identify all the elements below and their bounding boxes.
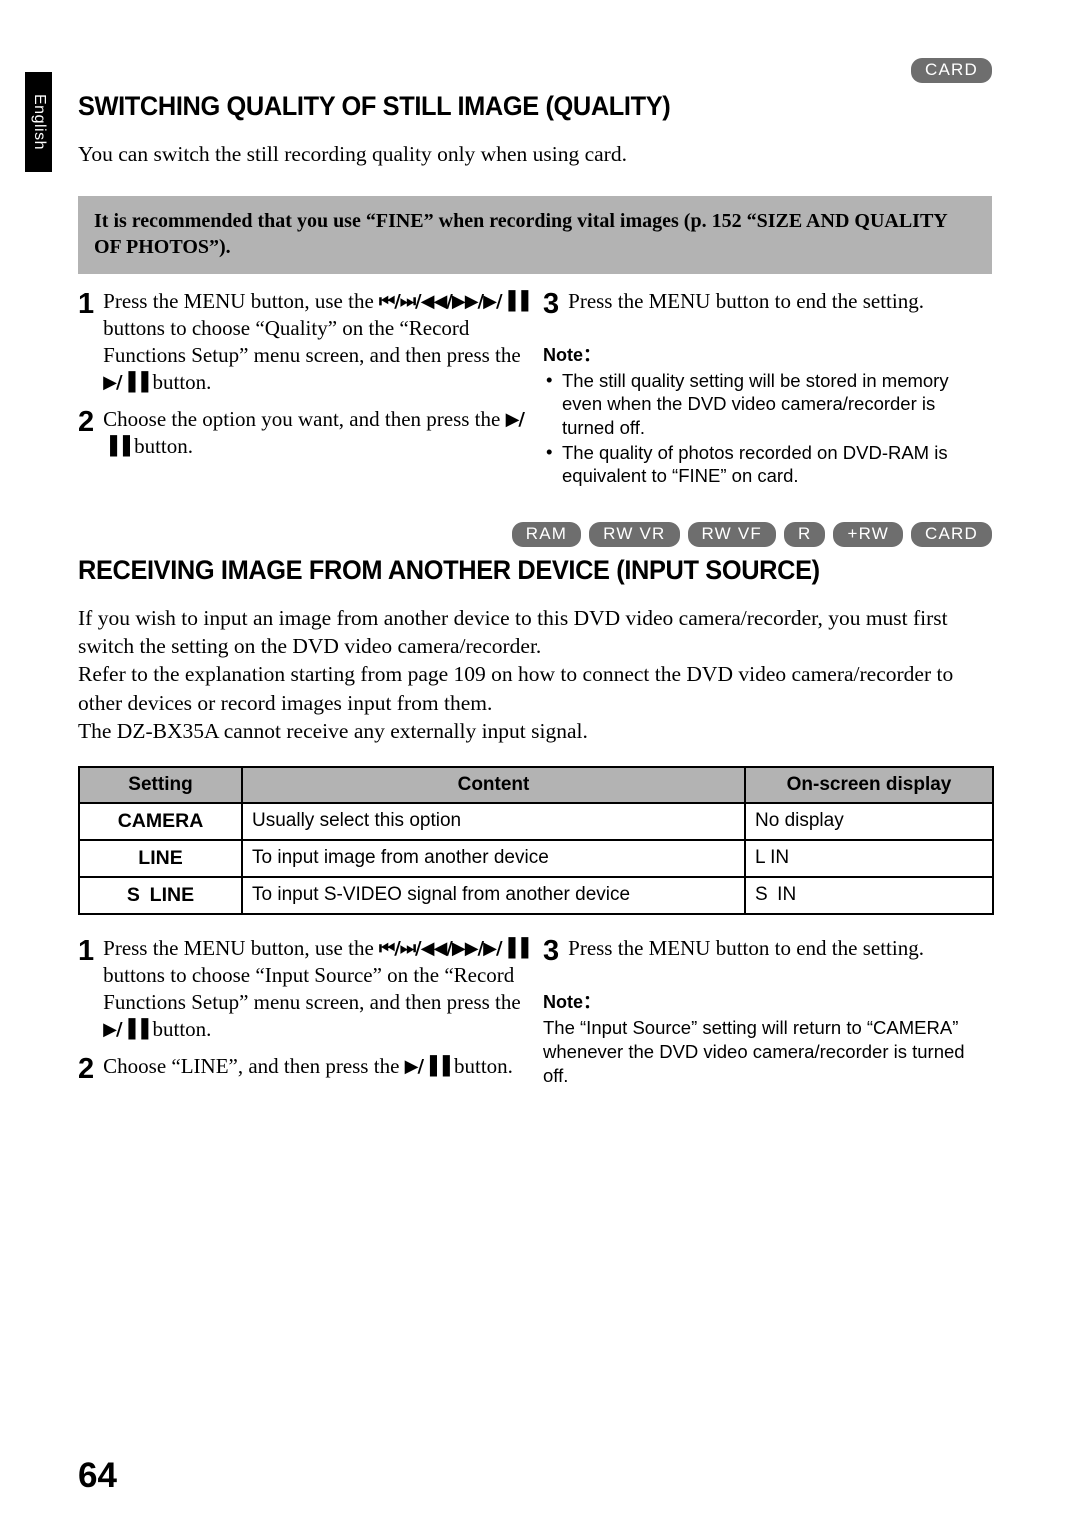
step-number: 1	[78, 287, 95, 320]
section1-steps-left: 1 Press the MENU button, use the ⏮/⏭/◀◀/…	[78, 288, 543, 488]
table-row: LINE To input image from another device …	[78, 838, 994, 878]
transport-keys-icon: ◀◀/▶▶/▶/▐▐	[420, 937, 529, 959]
media-badge-ram: RAM	[511, 521, 582, 547]
step-text: Press the MENU button to end the setting…	[568, 288, 924, 313]
note-list: The still quality setting will be stored…	[543, 367, 992, 488]
recommendation-box: It is recommended that you use “FINE” wh…	[78, 195, 992, 274]
language-tab: English	[25, 72, 52, 172]
step-text: Press the MENU button, use the ⏮/⏭/◀◀/▶▶…	[103, 935, 531, 1043]
table-header-content: Content	[241, 765, 746, 804]
section2-paragraph: Refer to the explanation starting from p…	[78, 662, 954, 715]
play-pause-key-icon: ▶/▐▐	[103, 371, 148, 393]
media-badge-card: CARD	[911, 58, 992, 83]
table-cell-setting: S LINE	[78, 875, 243, 915]
note-item: The still quality setting will be stored…	[543, 367, 992, 440]
play-pause-key-icon: ▶/▐▐	[103, 1018, 148, 1040]
document-page: CARD SWITCHING QUALITY OF STILL IMAGE (Q…	[78, 0, 994, 1529]
media-badge-plus-rw: +RW	[833, 521, 904, 547]
note-text: The “Input Source” setting will return t…	[543, 1016, 965, 1086]
step-item: 1 Press the MENU button, use the ⏮/⏭/◀◀/…	[78, 935, 531, 1043]
media-badge-rw-vr: RW VR	[589, 521, 680, 547]
section2-steps-right: 3 Press the MENU button to end the setti…	[543, 935, 992, 1088]
step-text: Press the MENU button to end the setting…	[568, 935, 924, 960]
table-cell-content: To input S-VIDEO signal from another dev…	[241, 875, 746, 915]
step-text: Press the MENU button, use the ⏮/⏭/◀◀/▶▶…	[103, 288, 531, 396]
media-badge-r: R	[783, 521, 826, 547]
step-item: 2 Choose the option you want, and then p…	[78, 406, 531, 460]
table-header-row: Setting Content On-screen display	[78, 765, 994, 804]
note-item: The quality of photos recorded on DVD-RA…	[543, 440, 992, 488]
note-label: Note：	[543, 344, 601, 365]
section2-badge-row: RAM RW VR RW VF R +RW CARD	[78, 521, 992, 547]
section2-paragraph: If you wish to input an image from anoth…	[78, 605, 948, 659]
table-cell-display: No display	[744, 801, 994, 841]
table-cell-setting: CAMERA	[78, 801, 243, 841]
section1-lede: You can switch the still recording quali…	[78, 141, 627, 166]
step-item: 3 Press the MENU button to end the setti…	[543, 288, 992, 319]
transport-keys-icon: ◀◀/▶▶/▶/▐▐	[420, 290, 529, 312]
step-text-part: Press the MENU button, use the	[103, 288, 380, 313]
table-header-setting: Setting	[78, 765, 243, 804]
table-cell-display: L IN	[744, 838, 994, 878]
step-text-part: buttons to choose “Input Source” on the …	[103, 962, 521, 1014]
step-text-part: Choose the option you want, and then pre…	[103, 406, 506, 431]
note-label: Note：	[543, 991, 601, 1012]
section1-badge-row: CARD	[78, 58, 992, 83]
transport-keys-icon: ⏮/⏭/	[379, 937, 422, 959]
table-row: CAMERA Usually select this option No dis…	[78, 801, 994, 841]
language-tab-label: English	[30, 94, 48, 150]
step-text: Choose “LINE”, and then press the ▶/▐▐ b…	[103, 1053, 513, 1080]
step-text-part: button.	[147, 369, 212, 394]
section1-steps-columns: 1 Press the MENU button, use the ⏮/⏭/◀◀/…	[78, 288, 992, 488]
step-text-part: button.	[448, 1053, 513, 1078]
table-cell-content: To input image from another device	[241, 838, 746, 878]
input-source-table: Setting Content On-screen display CAMERA…	[78, 765, 994, 915]
table-row: S LINE To input S-VIDEO signal from anot…	[78, 875, 994, 915]
section2-steps-left: 1 Press the MENU button, use the ⏮/⏭/◀◀/…	[78, 935, 543, 1088]
section1-title: SWITCHING QUALITY OF STILL IMAGE (QUALIT…	[78, 90, 671, 121]
step-text-part: Press the MENU button, use the	[103, 935, 380, 960]
step-number: 3	[543, 934, 560, 967]
section1-steps-right: 3 Press the MENU button to end the setti…	[543, 288, 992, 488]
section2-steps-columns: 1 Press the MENU button, use the ⏮/⏭/◀◀/…	[78, 935, 992, 1088]
step-number: 1	[78, 934, 95, 967]
step-text-part: button.	[128, 433, 193, 458]
play-pause-key-icon: ▶/▐▐	[404, 1055, 450, 1077]
step-text-part: Choose “LINE”, and then press the	[103, 1053, 405, 1078]
table-cell-setting: LINE	[78, 838, 243, 878]
step-number: 2	[78, 405, 95, 438]
table-header-display: On-screen display	[744, 765, 994, 804]
page-number: 64	[78, 1456, 117, 1495]
step-number: 3	[543, 287, 560, 320]
table-cell-display: S IN	[744, 875, 994, 915]
section2-title: RECEIVING IMAGE FROM ANOTHER DEVICE (INP…	[78, 554, 820, 585]
step-item: 3 Press the MENU button to end the setti…	[543, 935, 992, 966]
step-text-part: button.	[147, 1016, 212, 1041]
media-badge-rw-vf: RW VF	[687, 521, 776, 547]
section2-paragraph: The DZ-BX35A cannot receive any external…	[78, 719, 588, 744]
step-item: 1 Press the MENU button, use the ⏮/⏭/◀◀/…	[78, 288, 531, 396]
table-cell-content: Usually select this option	[241, 801, 746, 841]
step-text-part: buttons to choose “Quality” on the “Reco…	[103, 315, 521, 367]
transport-keys-icon: ⏮/⏭/	[379, 290, 422, 312]
media-badge-card: CARD	[911, 521, 992, 547]
step-item: 2 Choose “LINE”, and then press the ▶/▐▐…	[78, 1053, 531, 1084]
step-number: 2	[78, 1052, 95, 1085]
step-text: Choose the option you want, and then pre…	[103, 406, 531, 460]
